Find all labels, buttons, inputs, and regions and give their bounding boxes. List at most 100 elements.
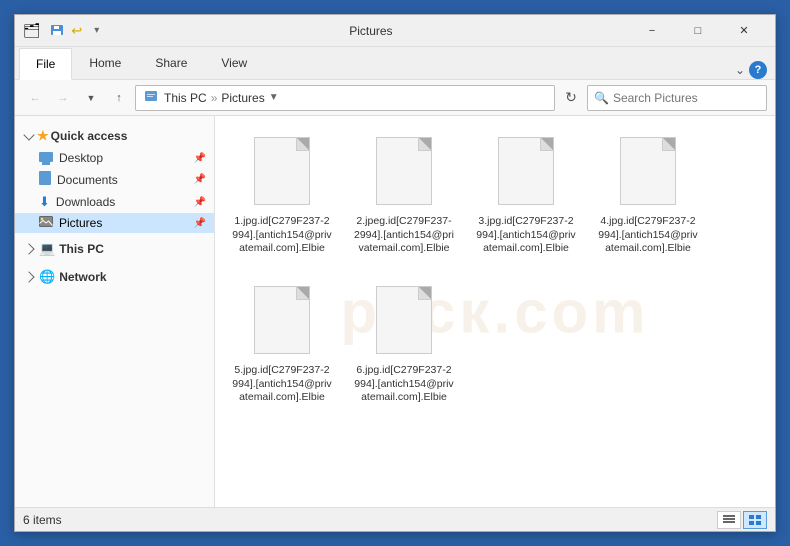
tab-home[interactable]: Home xyxy=(72,47,138,79)
window-title: Pictures xyxy=(113,24,629,38)
file-page xyxy=(254,137,310,205)
file-icon xyxy=(250,137,314,211)
star-icon: ★ xyxy=(37,128,49,144)
address-path[interactable]: This PC » Pictures ▼ xyxy=(135,85,555,111)
sidebar-item-label-documents: Documents xyxy=(57,173,118,187)
sidebar-section-thispc: 💻 This PC xyxy=(15,237,214,261)
sidebar-item-downloads[interactable]: ⬇ Downloads 📌 xyxy=(15,191,214,213)
search-icon: 🔍 xyxy=(594,91,609,105)
chevron-down-icon xyxy=(23,129,34,140)
file-corner xyxy=(663,138,675,150)
ribbon-tabs: File Home Share View ⌄ ? xyxy=(15,47,775,79)
path-dropdown-icon[interactable]: ▼ xyxy=(267,92,281,103)
sidebar-header-network[interactable]: 🌐 Network xyxy=(15,265,214,289)
network-icon: 🌐 xyxy=(39,269,55,285)
breadcrumb: This PC » Pictures ▼ xyxy=(144,89,281,106)
main-area: ★ Quick access Desktop 📌 Documents 📌 ⬇ D… xyxy=(15,116,775,507)
close-button[interactable]: ✕ xyxy=(721,15,767,47)
this-pc-label: This PC xyxy=(59,242,104,256)
files-grid: 1.jpg.id[C279F237-2994].[antich154@priva… xyxy=(227,128,763,414)
file-corner xyxy=(419,138,431,150)
sidebar: ★ Quick access Desktop 📌 Documents 📌 ⬇ D… xyxy=(15,116,215,507)
view-buttons xyxy=(717,511,767,529)
sidebar-section-quickaccess: ★ Quick access Desktop 📌 Documents 📌 ⬇ D… xyxy=(15,124,214,233)
content-area: риск.com 1.jpg.id[C279F237-2994].[antich… xyxy=(215,116,775,507)
title-bar: 🗂 ↩ ▾ Pictures − □ ✕ xyxy=(15,15,775,47)
chevron-right-network-icon xyxy=(23,271,34,282)
file-page xyxy=(254,286,310,354)
file-item[interactable]: 3.jpg.id[C279F237-2994].[antich154@priva… xyxy=(471,128,581,265)
file-item[interactable]: 6.jpg.id[C279F237-2994].[antich154@priva… xyxy=(349,277,459,414)
forward-button[interactable]: → xyxy=(51,86,75,110)
this-pc-icon: 💻 xyxy=(39,241,55,257)
properties-icon[interactable]: ▾ xyxy=(89,25,105,37)
save-icon[interactable] xyxy=(49,25,65,37)
title-bar-app-icon: 🗂 xyxy=(23,22,41,39)
title-bar-icons: 🗂 ↩ ▾ xyxy=(23,22,105,39)
file-corner xyxy=(419,287,431,299)
documents-icon xyxy=(39,171,51,188)
pin-icon-docs: 📌 xyxy=(194,174,206,185)
minimize-button[interactable]: − xyxy=(629,15,675,47)
help-icon[interactable]: ? xyxy=(749,61,767,79)
file-item[interactable]: 5.jpg.id[C279F237-2994].[antich154@priva… xyxy=(227,277,337,414)
item-count: 6 items xyxy=(23,513,62,527)
address-icon xyxy=(144,89,158,106)
list-view-button[interactable] xyxy=(717,511,741,529)
file-item[interactable]: 4.jpg.id[C279F237-2994].[antich154@priva… xyxy=(593,128,703,265)
grid-view-button[interactable] xyxy=(743,511,767,529)
file-name: 3.jpg.id[C279F237-2994].[antich154@priva… xyxy=(476,215,576,256)
sidebar-item-label-downloads: Downloads xyxy=(56,195,115,209)
search-input[interactable] xyxy=(613,91,760,105)
status-bar: 6 items xyxy=(15,507,775,531)
sidebar-item-desktop[interactable]: Desktop 📌 xyxy=(15,148,214,168)
path-pictures[interactable]: Pictures xyxy=(221,91,264,105)
pin-icon-downloads: 📌 xyxy=(194,197,206,208)
file-corner xyxy=(541,138,553,150)
path-this-pc[interactable]: This PC xyxy=(164,91,207,105)
back-button[interactable]: ← xyxy=(23,86,47,110)
file-icon xyxy=(372,286,436,360)
ribbon: File Home Share View ⌄ ? xyxy=(15,47,775,80)
chevron-right-icon xyxy=(23,243,34,254)
file-item[interactable]: 1.jpg.id[C279F237-2994].[antich154@priva… xyxy=(227,128,337,265)
file-name: 5.jpg.id[C279F237-2994].[antich154@priva… xyxy=(232,364,332,405)
pictures-icon xyxy=(39,216,53,230)
file-corner xyxy=(297,287,309,299)
file-page xyxy=(498,137,554,205)
up-button[interactable]: ↑ xyxy=(107,86,131,110)
sidebar-item-pictures[interactable]: Pictures 📌 xyxy=(15,213,214,233)
tab-share[interactable]: Share xyxy=(138,47,204,79)
file-corner xyxy=(297,138,309,150)
file-name: 1.jpg.id[C279F237-2994].[antich154@priva… xyxy=(232,215,332,256)
network-label: Network xyxy=(59,270,106,284)
file-icon xyxy=(250,286,314,360)
maximize-button[interactable]: □ xyxy=(675,15,721,47)
file-name: 4.jpg.id[C279F237-2994].[antich154@priva… xyxy=(598,215,698,256)
pin-icon-pictures: 📌 xyxy=(194,218,206,229)
sidebar-section-network: 🌐 Network xyxy=(15,265,214,289)
address-bar: ← → ▼ ↑ This PC » Pictures ▼ ↻ 🔍 xyxy=(15,80,775,116)
recent-button[interactable]: ▼ xyxy=(79,86,103,110)
search-box[interactable]: 🔍 xyxy=(587,85,767,111)
undo-icon[interactable]: ↩ xyxy=(69,25,85,37)
tab-view[interactable]: View xyxy=(204,47,264,79)
sidebar-item-label-pictures: Pictures xyxy=(59,216,102,230)
desktop-icon xyxy=(39,151,53,165)
file-icon xyxy=(372,137,436,211)
sidebar-header-thispc[interactable]: 💻 This PC xyxy=(15,237,214,261)
sidebar-header-quickaccess[interactable]: ★ Quick access xyxy=(15,124,214,148)
sidebar-item-documents[interactable]: Documents 📌 xyxy=(15,168,214,191)
download-icon: ⬇ xyxy=(39,194,50,210)
file-icon xyxy=(616,137,680,211)
file-icon xyxy=(494,137,558,211)
file-explorer-window: 🗂 ↩ ▾ Pictures − □ ✕ File Home Share Vie… xyxy=(14,14,776,532)
file-name: 6.jpg.id[C279F237-2994].[antich154@priva… xyxy=(354,364,454,405)
file-name: 2.jpeg.id[C279F237-2994].[antich154@priv… xyxy=(354,215,454,256)
refresh-button[interactable]: ↻ xyxy=(559,86,583,110)
file-item[interactable]: 2.jpeg.id[C279F237-2994].[antich154@priv… xyxy=(349,128,459,265)
tab-file[interactable]: File xyxy=(19,48,72,80)
sidebar-item-label-desktop: Desktop xyxy=(59,151,103,165)
quick-access-label: Quick access xyxy=(51,129,128,143)
ribbon-collapse-icon[interactable]: ⌄ xyxy=(735,63,745,77)
